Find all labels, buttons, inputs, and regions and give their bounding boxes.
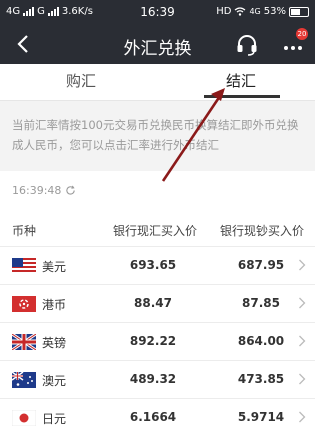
cash-buy-price: 5.9714: [237, 410, 285, 424]
battery-icon: [289, 6, 309, 17]
headset-icon[interactable]: [234, 32, 260, 58]
hd-indicator: HD: [216, 6, 232, 17]
spot-buy-price: 489.32: [129, 372, 177, 386]
table-header: 币种 银行现汇买入价 银行现钞买入价: [0, 212, 315, 246]
cash-buy-price: 864.00: [237, 334, 285, 348]
cash-buy-price: 473.85: [237, 372, 285, 386]
status-bar: 4G G 3.6K/s 16:39 HD 4G 53%: [0, 0, 315, 24]
hk-flag-icon: [12, 296, 36, 312]
cash-buy-price: 687.95: [237, 258, 285, 272]
jp-flag-icon: [12, 410, 36, 426]
table-row[interactable]: 澳元 489.32 473.85: [0, 360, 315, 398]
header-spot-buy: 银行现汇买入价: [113, 224, 198, 238]
chevron-right-icon: [299, 259, 306, 271]
spot-buy-price: 892.22: [129, 334, 177, 348]
spot-buy-price: 88.47: [134, 296, 172, 310]
chevron-right-icon: [299, 373, 306, 385]
status-right: HD 4G 53%: [216, 6, 309, 17]
network-4g: 4G: [249, 7, 261, 16]
notice-text: 当前汇率情按100元交易币兑换民币换算结汇即外币兑换成人民币，您可以点击汇率进行…: [12, 118, 299, 152]
tab-buy-forex[interactable]: 购汇: [66, 70, 96, 91]
tab-sell-forex[interactable]: 结汇: [226, 70, 256, 91]
notice-banner: 当前汇率情按100元交易币兑换民币换算结汇即外币兑换成人民币，您可以点击汇率进行…: [0, 101, 315, 171]
table-row[interactable]: 港币 88.47 87.85: [0, 284, 315, 322]
us-flag-icon: [12, 258, 36, 274]
battery-percent: 53%: [263, 6, 286, 17]
uk-flag-icon: [12, 334, 36, 350]
page-title: 外汇兑换: [123, 39, 192, 59]
header-currency: 币种: [12, 224, 37, 238]
table-row[interactable]: 英镑 892.22 864.00: [0, 322, 315, 360]
table-row[interactable]: 美元 693.65 687.95: [0, 246, 315, 284]
chevron-right-icon: [299, 411, 306, 423]
currency-name: 美元: [42, 260, 67, 274]
currency-name: 英镑: [42, 336, 67, 350]
title-bar: 外汇兑换 20: [0, 24, 315, 64]
notification-badge: 20: [296, 28, 308, 40]
header-cash-buy: 银行现钞买入价: [220, 224, 305, 238]
spot-buy-price: 6.1664: [129, 410, 177, 424]
update-time: 16:39:48: [12, 184, 62, 197]
chevron-right-icon: [299, 335, 306, 347]
update-info: 16:39:48: [12, 184, 76, 197]
currency-name: 日元: [42, 412, 67, 426]
refresh-icon[interactable]: [65, 185, 76, 196]
table-row[interactable]: 日元 6.1664 5.9714: [0, 398, 315, 436]
tab-bar: 购汇 结汇: [0, 64, 315, 101]
chevron-right-icon: [299, 297, 306, 309]
currency-name: 澳元: [42, 374, 67, 388]
currency-name: 港币: [42, 298, 67, 312]
active-tab-indicator: [204, 95, 280, 98]
au-flag-icon: [12, 372, 36, 388]
cash-buy-price: 87.85: [242, 296, 280, 310]
wifi-icon: [235, 7, 246, 16]
spot-buy-price: 693.65: [129, 258, 177, 272]
